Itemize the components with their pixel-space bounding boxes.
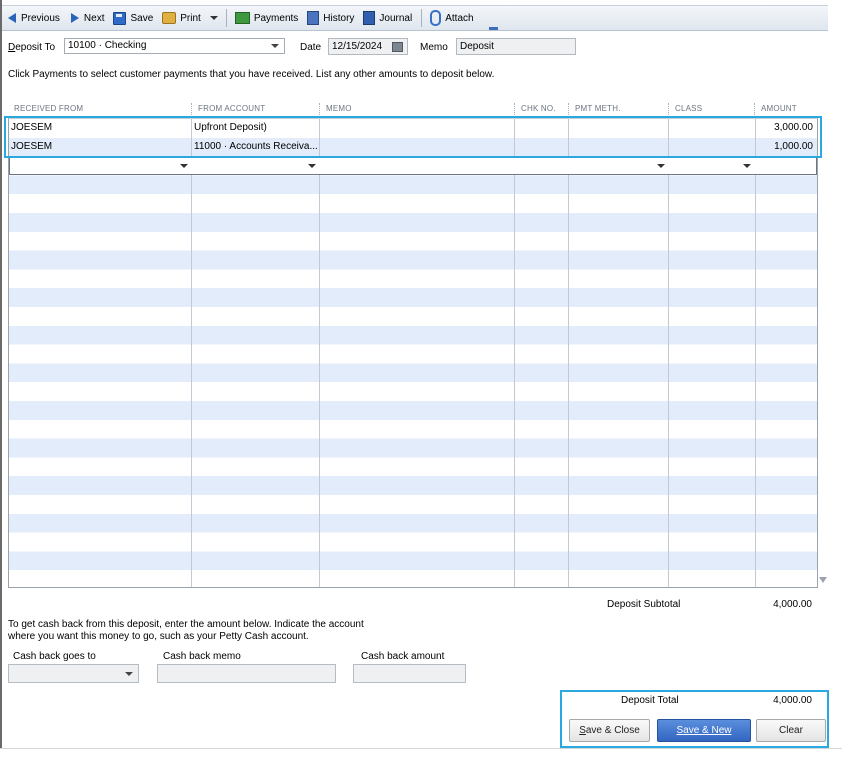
deposit-to-label: Deposit To (8, 42, 56, 53)
previous-button[interactable]: Previous (2, 8, 64, 28)
cash-back-account-select[interactable] (8, 664, 139, 683)
deposit-total-value: 4,000.00 (773, 695, 812, 706)
from-account-dropdown-icon[interactable] (308, 164, 316, 168)
cash-back-amount-label: Cash back amount (361, 651, 445, 662)
date-value: 12/15/2024 (332, 41, 383, 52)
clear-button[interactable]: Clear (756, 719, 826, 742)
save-button[interactable]: Save (109, 8, 157, 28)
next-button[interactable]: Next (65, 8, 109, 28)
col-from-account[interactable]: FROM ACCOUNT (191, 103, 265, 115)
col-pmt-meth[interactable]: PMT METH. (568, 103, 621, 115)
journal-icon (363, 11, 376, 25)
save-new-mnemonic: S (676, 725, 684, 736)
received-from-dropdown-icon[interactable] (180, 164, 188, 168)
column-divider (319, 119, 320, 587)
col-memo[interactable]: MEMO (319, 103, 352, 115)
deposit-to-label-text: eposit To (15, 42, 56, 53)
chevron-down-icon (271, 44, 279, 48)
col-chk-no[interactable]: CHK NO. (514, 103, 556, 115)
deposit-subtotal-label: Deposit Subtotal (607, 599, 681, 610)
deposit-to-value: 10100 · Checking (68, 40, 147, 51)
rows-highlight-box (4, 116, 822, 158)
date-label: Date (300, 42, 322, 53)
new-entry-row[interactable] (9, 157, 817, 175)
journal-label: Journal (379, 12, 413, 24)
memo-value: Deposit (460, 41, 494, 52)
memo-label: Memo (420, 42, 448, 53)
column-divider (668, 119, 669, 587)
toolbar-separator (421, 9, 423, 27)
chevron-down-icon (125, 672, 133, 676)
cash-back-amount-input[interactable] (353, 664, 466, 683)
save-close-mnemonic: S (579, 725, 586, 736)
class-dropdown-icon[interactable] (743, 164, 751, 168)
payments-label: Payments (253, 12, 299, 24)
instructions-text: Click Payments to select customer paymen… (8, 69, 495, 80)
col-received-from[interactable]: RECEIVED FROM (8, 103, 83, 115)
save-label: Save (130, 12, 154, 24)
column-divider (568, 119, 569, 587)
cashback-instructions-line1: To get cash back from this deposit, ente… (8, 619, 364, 630)
history-icon (307, 11, 320, 25)
deposit-total-label: Deposit Total (621, 695, 679, 706)
deposit-subtotal-value: 4,000.00 (773, 599, 812, 610)
save-new-label: ave & New (683, 725, 732, 736)
printer-icon (162, 12, 177, 24)
attach-button[interactable]: Attach (426, 8, 477, 28)
date-field[interactable]: 12/15/2024 (328, 38, 408, 55)
cashback-instructions: To get cash back from this deposit, ente… (8, 619, 388, 643)
cash-back-goes-to-label: Cash back goes to (13, 651, 96, 662)
attach-label: Attach (445, 12, 474, 24)
memo-field[interactable]: Deposit (456, 38, 576, 55)
payments-icon (234, 12, 250, 24)
column-divider (755, 119, 756, 587)
next-label: Next (83, 12, 105, 24)
history-label: History (323, 12, 355, 24)
cashback-instructions-line2: where you want this money to go, such as… (8, 631, 309, 642)
scroll-down-icon[interactable] (819, 577, 827, 583)
toolbar-separator (225, 9, 227, 27)
history-button[interactable]: History (303, 8, 358, 28)
calendar-icon[interactable] (392, 42, 403, 52)
cash-back-memo-label: Cash back memo (163, 651, 241, 662)
arrow-right-icon (70, 13, 79, 23)
print-button[interactable]: Print (158, 8, 205, 28)
column-divider (191, 119, 192, 587)
col-class[interactable]: CLASS (668, 103, 702, 115)
print-dropdown-icon[interactable] (209, 16, 218, 20)
table-header: RECEIVED FROM FROM ACCOUNT MEMO CHK NO. … (8, 103, 818, 117)
arrow-left-icon (8, 13, 16, 23)
cash-back-memo-input[interactable] (157, 664, 336, 683)
save-new-button[interactable]: Save & New (657, 719, 751, 742)
window-left-border (0, 0, 2, 748)
pmt-meth-dropdown-icon[interactable] (657, 164, 665, 168)
paperclip-icon (430, 10, 442, 26)
deposit-table: JOESEM Upfront Deposit) 3,000.00 JOESEM … (8, 118, 818, 588)
save-close-button[interactable]: Save & Close (569, 719, 650, 742)
deposit-to-select[interactable]: 10100 · Checking (64, 38, 285, 54)
clear-label: Clear (779, 725, 803, 736)
toolbar: Previous Next Save Print Payments Histor… (2, 5, 828, 31)
toolbar-accent (489, 27, 498, 30)
floppy-disk-icon (113, 11, 127, 25)
payments-button[interactable]: Payments (231, 8, 302, 28)
previous-label: Previous (21, 12, 60, 24)
journal-button[interactable]: Journal (359, 8, 416, 28)
window-bottom-border (0, 748, 842, 749)
col-amount[interactable]: AMOUNT (754, 103, 797, 115)
column-divider (514, 119, 515, 587)
save-close-label: ave & Close (585, 725, 640, 736)
print-label: Print (180, 12, 201, 24)
